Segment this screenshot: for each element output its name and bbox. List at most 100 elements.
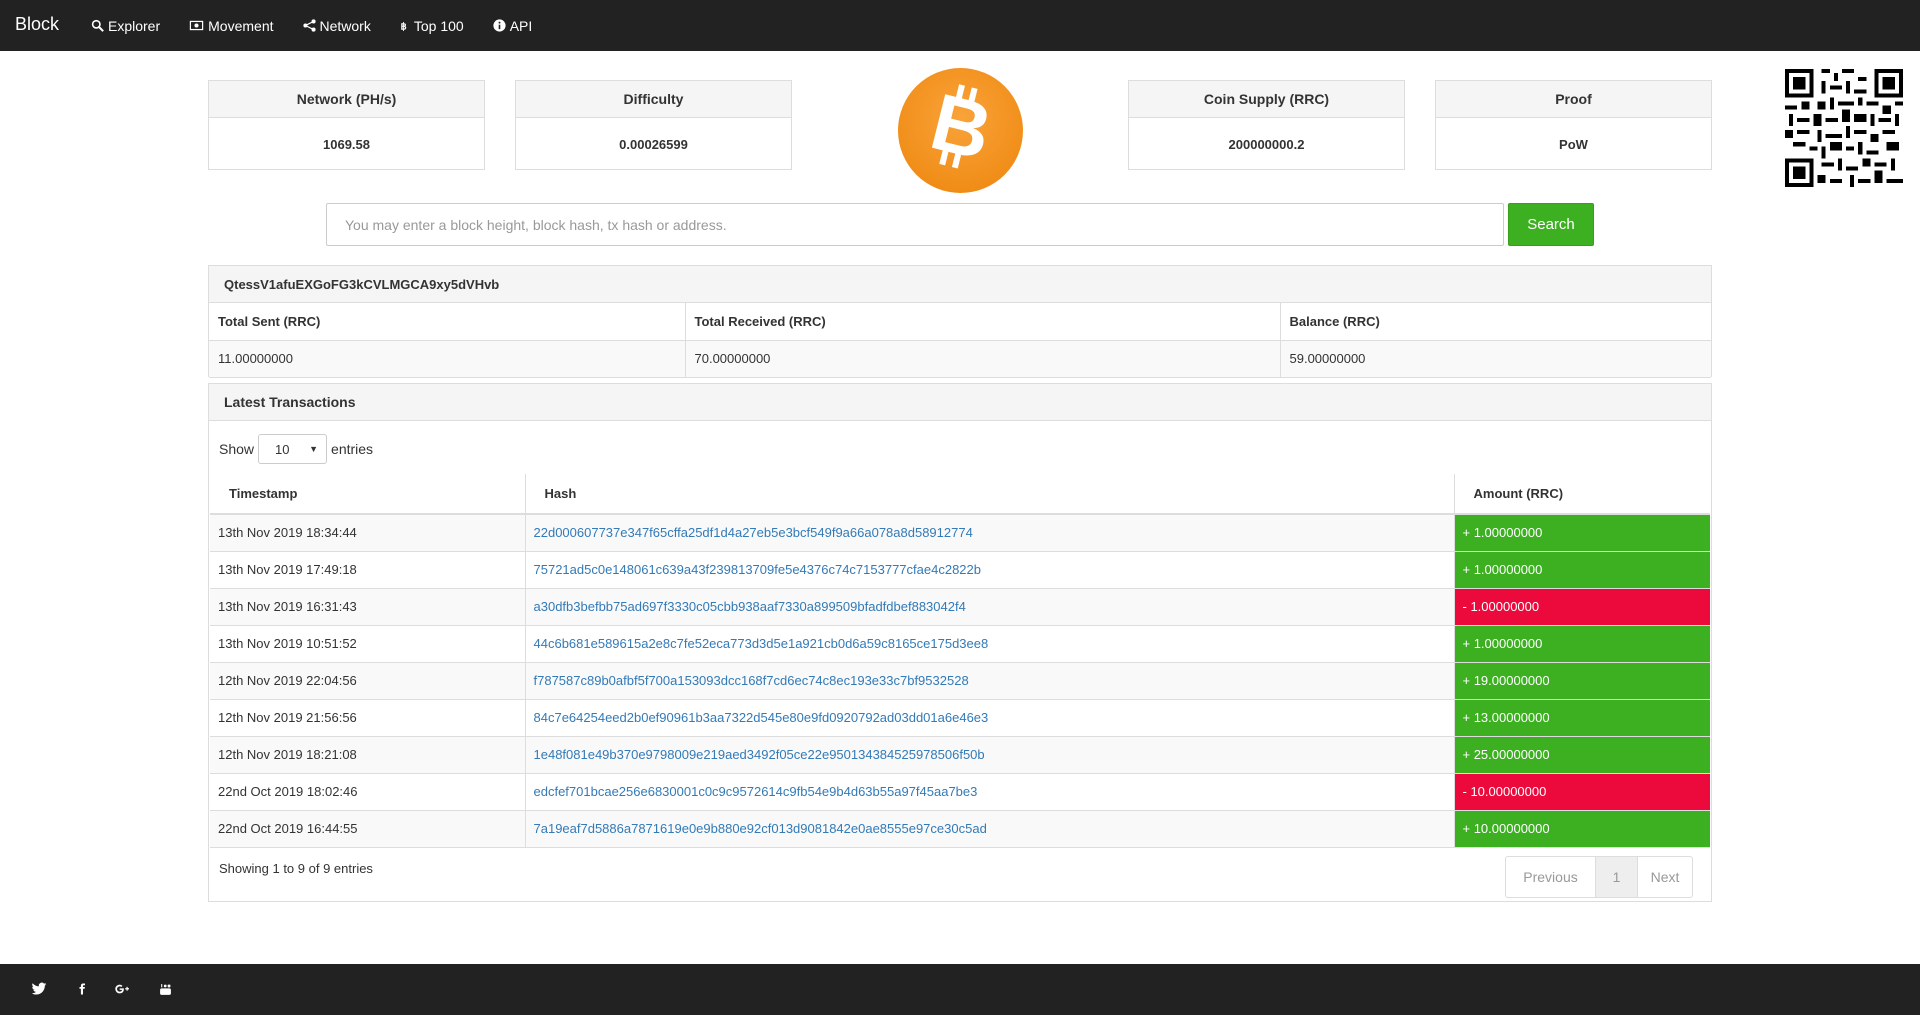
tx-timestamp: 13th Nov 2019 16:31:43 [210, 588, 526, 626]
tx-amount: - 1.00000000 [1454, 588, 1710, 626]
search-button[interactable]: Search [1508, 203, 1594, 246]
nav-item-movement[interactable]: Movement [189, 17, 274, 34]
hash-column-header[interactable]: Hash [525, 474, 1455, 515]
stat-value: 200000000.2 [1228, 136, 1305, 152]
transactions-table: Timestamp Hash Amount (RRC) 13th Nov 201… [210, 474, 1710, 848]
caret-down-icon: ▼ [309, 444, 319, 454]
info-icon [493, 19, 506, 32]
table-row: 13th Nov 2019 18:34:44 22d000607737e347f6… [210, 514, 1710, 552]
previous-page-button[interactable]: Previous [1506, 857, 1596, 897]
tx-amount: + 13.00000000 [1454, 699, 1710, 737]
table-row: 13th Nov 2019 16:31:43 a30dfb3befbb75ad69… [210, 588, 1710, 626]
tx-amount: + 1.00000000 [1454, 514, 1710, 552]
balance-value: 59.00000000 [1280, 340, 1711, 378]
total-sent-header: Total Sent (RRC) [209, 303, 686, 341]
stat-label: Coin Supply (RRC) [1129, 81, 1404, 118]
tx-hash-link[interactable]: 1e48f081e49b370e9798009e219aed3492f05ce2… [525, 736, 1455, 774]
stat-coin-supply: Coin Supply (RRC) 200000000.2 [1128, 80, 1405, 170]
pagination: Previous 1 Next [1505, 856, 1693, 898]
stat-label: Difficulty [516, 81, 791, 118]
tx-timestamp: 13th Nov 2019 18:34:44 [210, 514, 526, 552]
stat-value: 0.00026599 [619, 136, 688, 152]
address-summary-table: Total Sent (RRC) Total Received (RRC) Ba… [209, 303, 1711, 378]
next-page-button[interactable]: Next [1638, 857, 1692, 897]
address-value: QtessV1afuEXGoFG3kCVLMGCA9xy5dVHvb [209, 266, 1711, 303]
stat-proof: Proof PoW [1435, 80, 1712, 170]
timestamp-column-header[interactable]: Timestamp [210, 474, 526, 515]
tx-timestamp: 12th Nov 2019 21:56:56 [210, 699, 526, 737]
tx-amount: + 19.00000000 [1454, 662, 1710, 700]
tx-timestamp: 12th Nov 2019 22:04:56 [210, 662, 526, 700]
tx-amount: - 10.00000000 [1454, 773, 1710, 811]
bitcoin-logo-icon: B [898, 68, 1023, 193]
navbar: Block Explorer Movement Network ฿ Top 10… [0, 0, 1920, 51]
entries-label: entries [331, 441, 374, 457]
table-row: 12th Nov 2019 18:21:08 1e48f081e49b370e97… [210, 736, 1710, 774]
transactions-table-body: 13th Nov 2019 18:34:44 22d000607737e347f6… [210, 514, 1710, 848]
tx-amount: + 1.00000000 [1454, 551, 1710, 589]
entries-length-select[interactable]: 10 ▼ [258, 434, 328, 464]
table-row: 13th Nov 2019 10:51:52 44c6b681e589615a2e… [210, 625, 1710, 663]
nav-item-network[interactable]: Network [302, 17, 371, 34]
tx-amount: + 10.00000000 [1454, 810, 1710, 848]
tx-hash-link[interactable]: 44c6b681e589615a2e8c7fe52eca773d3d5e1a92… [525, 625, 1455, 663]
tx-timestamp: 13th Nov 2019 10:51:52 [210, 625, 526, 663]
tx-timestamp: 12th Nov 2019 18:21:08 [210, 736, 526, 774]
search-input[interactable] [326, 203, 1504, 246]
tx-amount: + 1.00000000 [1454, 625, 1710, 663]
entries-length-value: 10 [275, 441, 290, 457]
latest-transactions-panel: Latest Transactions Show 10 ▼ entries Ti… [208, 383, 1712, 902]
table-row: 12th Nov 2019 22:04:56 f787587c89b0afbf5f… [210, 662, 1710, 700]
nav-item-label: Movement [208, 17, 274, 34]
stat-difficulty: Difficulty 0.00026599 [515, 80, 792, 170]
youtube-icon[interactable] [156, 980, 174, 998]
nav-item-explorer[interactable]: Explorer [91, 18, 160, 34]
tx-hash-link[interactable]: 84c7e64254eed2b0ef90961b3aa7322d545e80e9… [525, 699, 1455, 737]
page-1-button[interactable]: 1 [1596, 857, 1638, 897]
tx-hash-link[interactable]: 75721ad5c0e148061c639a43f239813709fe5e43… [525, 551, 1455, 589]
stat-label: Proof [1436, 81, 1711, 118]
qr-code-icon [1785, 69, 1903, 187]
nav-item-top100[interactable]: ฿ Top 100 [400, 17, 464, 34]
tx-amount: + 25.00000000 [1454, 736, 1710, 774]
search-icon [91, 19, 104, 32]
tx-hash-link[interactable]: edcfef701bcae256e6830001c0c9c9572614c9fb… [525, 773, 1455, 811]
svg-text:฿: ฿ [400, 21, 406, 31]
tx-timestamp: 22nd Oct 2019 18:02:46 [210, 773, 526, 811]
bitcoin-icon: ฿ [400, 21, 406, 31]
tx-hash-link[interactable]: a30dfb3befbb75ad697f3330c05cbb938aaf7330… [525, 588, 1455, 626]
stat-value: 1069.58 [323, 136, 370, 152]
table-row: 22nd Oct 2019 16:44:55 7a19eaf7d5886a7871… [210, 810, 1710, 848]
address-summary-panel: QtessV1afuEXGoFG3kCVLMGCA9xy5dVHvb Total… [208, 265, 1712, 378]
footer [0, 964, 1920, 1015]
tx-timestamp: 22nd Oct 2019 16:44:55 [210, 810, 526, 848]
brand-logo[interactable]: Block [15, 14, 59, 35]
share-icon [302, 19, 316, 32]
tx-hash-link[interactable]: f787587c89b0afbf5f700a153093dcc168f7cd6e… [525, 662, 1455, 700]
tx-hash-link[interactable]: 22d000607737e347f65cffa25df1d4a27eb5e3bc… [525, 514, 1455, 552]
stat-label: Network (PH/s) [209, 81, 484, 118]
nav-item-api[interactable]: API [493, 17, 533, 34]
total-received-header: Total Received (RRC) [685, 303, 1281, 341]
transactions-title: Latest Transactions [209, 384, 1711, 421]
nav-item-label: API [509, 17, 533, 34]
tx-hash-link[interactable]: 7a19eaf7d5886a7871619e0e9b880e92cf013d90… [525, 810, 1455, 848]
facebook-icon[interactable] [73, 980, 91, 998]
nav-item-label: Network [319, 17, 371, 34]
money-icon [189, 20, 204, 31]
nav-item-label: Top 100 [413, 17, 464, 34]
stat-network: Network (PH/s) 1069.58 [208, 80, 485, 170]
total-sent-value: 11.00000000 [209, 340, 686, 378]
tx-timestamp: 13th Nov 2019 17:49:18 [210, 551, 526, 589]
table-row: 22nd Oct 2019 18:02:46 edcfef701bcae256e6… [210, 773, 1710, 811]
google-plus-icon[interactable] [113, 980, 131, 998]
table-row: 12th Nov 2019 21:56:56 84c7e64254eed2b0ef… [210, 699, 1710, 737]
entries-length-control: Show 10 ▼ entries [219, 434, 373, 464]
show-label: Show [219, 441, 255, 457]
table-info: Showing 1 to 9 of 9 entries [219, 861, 373, 876]
total-received-value: 70.00000000 [685, 340, 1281, 378]
twitter-icon[interactable] [30, 980, 48, 998]
nav-menu: Explorer Movement Network ฿ Top 100 API [91, 0, 561, 51]
amount-column-header[interactable]: Amount (RRC) [1454, 474, 1710, 515]
table-row: 13th Nov 2019 17:49:18 75721ad5c0e148061c… [210, 551, 1710, 589]
